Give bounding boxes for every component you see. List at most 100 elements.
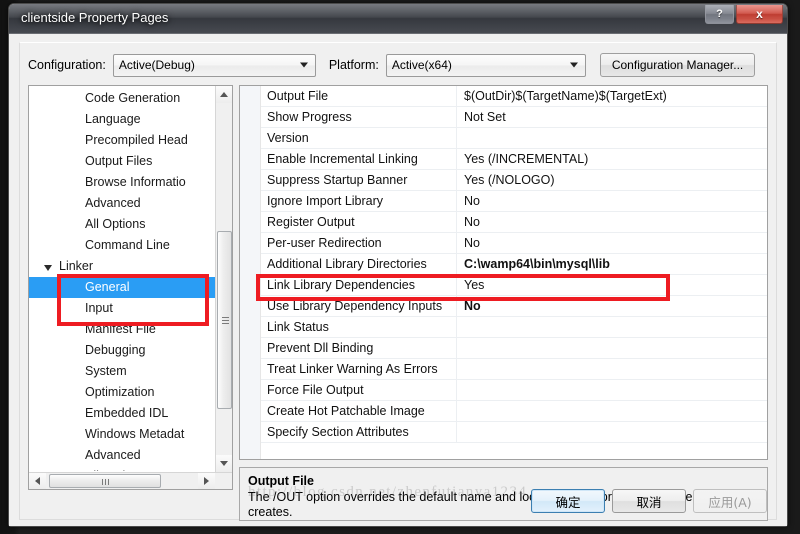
tree-item-output-files[interactable]: Output Files <box>29 151 215 172</box>
tree-item-all-options[interactable]: All Options <box>29 214 215 235</box>
tree-item-advanced[interactable]: Advanced <box>29 445 215 466</box>
property-grid[interactable]: Output File $(OutDir)$(TargetName)$(Targe… <box>239 85 768 460</box>
property-name: Link Library Dependencies <box>261 275 457 295</box>
property-row[interactable]: Force File Output <box>261 380 767 401</box>
help-button[interactable]: ? <box>705 5 734 24</box>
triangle-up-icon <box>220 92 228 97</box>
property-row[interactable]: Treat Linker Warning As Errors <box>261 359 767 380</box>
property-value[interactable] <box>457 380 767 400</box>
scroll-up-button[interactable] <box>216 86 232 103</box>
property-tree-list: Code Generation Language Precompiled Head O… <box>29 88 215 471</box>
tree-expander-icon[interactable] <box>44 265 52 271</box>
property-value[interactable]: Yes (/NOLOGO) <box>457 170 767 190</box>
tree-item-manifest-file[interactable]: Manifest File <box>29 319 215 340</box>
platform-combo[interactable]: Active(x64) <box>385 53 586 77</box>
property-row[interactable]: Enable Incremental Linking Yes (/INCREMEN… <box>261 149 767 170</box>
property-value[interactable]: C:\wamp64\bin\mysql\lib <box>457 254 767 274</box>
tree-vertical-scrollbar[interactable] <box>215 86 232 472</box>
property-value[interactable]: Yes <box>457 275 767 295</box>
property-row[interactable]: Per-user Redirection No <box>261 233 767 254</box>
cancel-button[interactable]: 取消 <box>612 489 686 513</box>
property-row[interactable]: Version <box>261 128 767 149</box>
tree-horizontal-scroll-thumb[interactable] <box>49 474 161 488</box>
tree-item-label: Code Generation <box>85 91 181 105</box>
property-tree-panel[interactable]: Code Generation Language Precompiled Head O… <box>28 85 233 490</box>
property-row[interactable]: Prevent Dll Binding <box>261 338 767 359</box>
tree-item-advanced[interactable]: Advanced <box>29 193 215 214</box>
property-row[interactable]: Output File $(OutDir)$(TargetName)$(Targe… <box>261 86 767 107</box>
property-row[interactable]: Ignore Import Library No <box>261 191 767 212</box>
tree-item-label: All Options <box>85 469 145 471</box>
property-value[interactable] <box>457 317 767 337</box>
description-title: Output File <box>248 474 314 488</box>
tree-item-all-options[interactable]: All Options <box>29 466 215 471</box>
tree-item-embedded-idl[interactable]: Embedded IDL <box>29 403 215 424</box>
property-value[interactable]: $(OutDir)$(TargetName)$(TargetExt) <box>457 86 767 106</box>
tree-item-command-line[interactable]: Command Line <box>29 235 215 256</box>
configuration-combo[interactable]: Active(Debug) <box>112 53 316 77</box>
property-name: Ignore Import Library <box>261 191 457 211</box>
property-pages-dialog: clientside Property Pages ? x Configurat… <box>8 3 788 527</box>
property-row[interactable]: Create Hot Patchable Image <box>261 401 767 422</box>
property-row[interactable]: Link Status <box>261 317 767 338</box>
tree-item-precompiled-head[interactable]: Precompiled Head <box>29 130 215 151</box>
property-value[interactable]: Not Set <box>457 107 767 127</box>
property-name: Additional Library Directories <box>261 254 457 274</box>
property-value[interactable]: No <box>457 212 767 232</box>
tree-item-general[interactable]: General <box>29 277 215 298</box>
tree-item-code-generation[interactable]: Code Generation <box>29 88 215 109</box>
property-row[interactable]: Specify Section Attributes <box>261 422 767 443</box>
tree-item-browse-informatio[interactable]: Browse Informatio <box>29 172 215 193</box>
tree-item-label: Precompiled Head <box>85 133 188 147</box>
property-value[interactable] <box>457 359 767 379</box>
tree-item-optimization[interactable]: Optimization <box>29 382 215 403</box>
property-value[interactable]: Yes (/INCREMENTAL) <box>457 149 767 169</box>
tree-item-label: Input <box>85 301 113 315</box>
configuration-manager-button[interactable]: Configuration Manager... <box>599 53 756 77</box>
scroll-down-button[interactable] <box>216 455 232 472</box>
tree-item-label: Optimization <box>85 385 155 399</box>
scroll-right-button[interactable] <box>198 473 215 489</box>
property-value[interactable]: No <box>457 191 767 211</box>
property-value[interactable] <box>457 401 767 421</box>
apply-button[interactable]: 应用(A) <box>693 489 767 513</box>
platform-combo-value: Active(x64) <box>391 58 452 72</box>
tree-item-linker[interactable]: Linker <box>29 256 215 277</box>
triangle-down-icon <box>220 461 228 466</box>
property-row[interactable]: Additional Library Directories C:\wamp64\… <box>261 254 767 275</box>
property-name: Use Library Dependency Inputs <box>261 296 457 316</box>
property-value[interactable] <box>457 128 767 148</box>
property-name: Prevent Dll Binding <box>261 338 457 358</box>
property-name: Treat Linker Warning As Errors <box>261 359 457 379</box>
title-bar[interactable]: clientside Property Pages ? x <box>9 4 787 34</box>
property-row[interactable]: Suppress Startup Banner Yes (/NOLOGO) <box>261 170 767 191</box>
tree-item-input[interactable]: Input <box>29 298 215 319</box>
tree-item-label: Manifest File <box>85 322 156 336</box>
ok-button[interactable]: 确定 <box>531 489 605 513</box>
tree-horizontal-scrollbar[interactable] <box>29 472 232 489</box>
chevron-down-icon <box>299 62 308 68</box>
property-row[interactable]: Use Library Dependency Inputs No <box>261 296 767 317</box>
property-value[interactable]: No <box>457 233 767 253</box>
property-row[interactable]: Register Output No <box>261 212 767 233</box>
tree-vertical-scroll-thumb[interactable] <box>217 231 232 409</box>
tree-item-system[interactable]: System <box>29 361 215 382</box>
tree-item-windows-metadat[interactable]: Windows Metadat <box>29 424 215 445</box>
tree-item-label: Windows Metadat <box>85 427 185 441</box>
tree-item-language[interactable]: Language <box>29 109 215 130</box>
property-row[interactable]: Link Library Dependencies Yes <box>261 275 767 296</box>
property-value[interactable] <box>457 422 767 442</box>
property-row[interactable]: Show Progress Not Set <box>261 107 767 128</box>
tree-item-label: Output Files <box>85 154 153 168</box>
close-button[interactable]: x <box>736 5 783 24</box>
property-value[interactable] <box>457 338 767 358</box>
property-name: Suppress Startup Banner <box>261 170 457 190</box>
tree-item-label: Debugging <box>85 343 146 357</box>
property-value[interactable]: No <box>457 296 767 316</box>
chevron-down-icon <box>569 62 578 68</box>
window-controls: ? x <box>705 4 783 24</box>
tree-item-label: Advanced <box>85 448 141 462</box>
tree-item-debugging[interactable]: Debugging <box>29 340 215 361</box>
scroll-left-button[interactable] <box>29 473 46 489</box>
tree-item-label: Embedded IDL <box>85 406 169 420</box>
